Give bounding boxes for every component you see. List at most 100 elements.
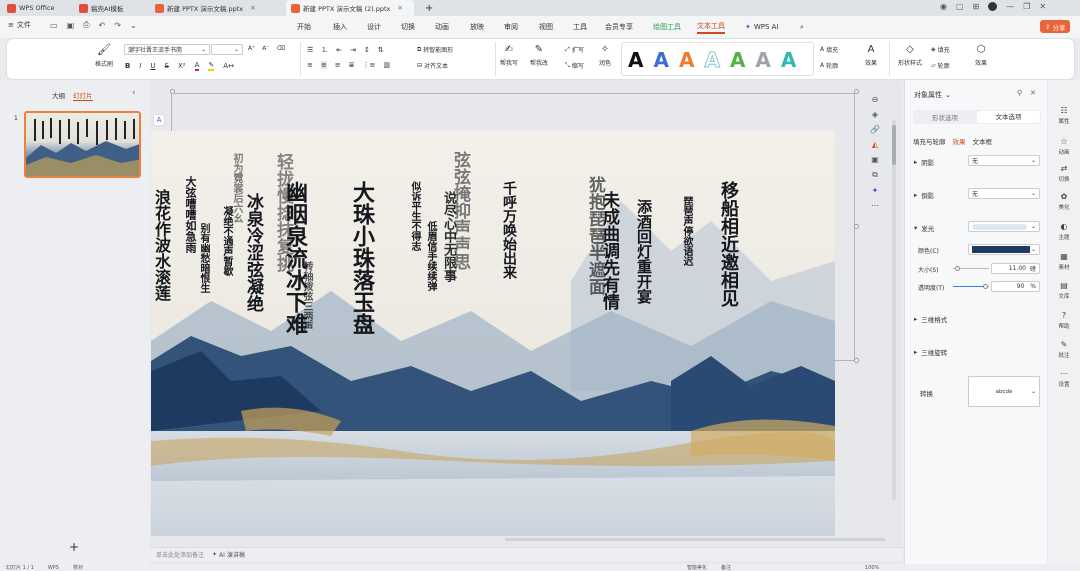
poem-column[interactable]: 冰泉冷涩弦凝绝 bbox=[243, 193, 263, 312]
slide-thumbnail[interactable] bbox=[24, 111, 141, 178]
columns-icon[interactable]: ▥ bbox=[383, 61, 390, 69]
distribute-icon[interactable]: ⋮≡ bbox=[363, 61, 376, 69]
align-left-icon[interactable]: ≡ bbox=[307, 61, 313, 69]
decrease-indent-icon[interactable]: ⇤ bbox=[336, 46, 342, 54]
text-direction-icon[interactable]: ⇅ bbox=[378, 46, 384, 54]
font-color-icon[interactable]: A bbox=[194, 61, 200, 71]
pin-icon[interactable]: ⚲ bbox=[1017, 89, 1022, 97]
reflection-section[interactable]: ▸ 倒影 bbox=[914, 190, 934, 200]
shape-outline-button[interactable]: ▱ 轮廓 bbox=[931, 61, 950, 70]
shadow-select[interactable]: 无 ⌄ bbox=[968, 155, 1040, 166]
folder-icon[interactable]: ▭ bbox=[50, 21, 58, 30]
sub-tab-textbox[interactable]: 文本框 bbox=[973, 136, 993, 146]
poem-column[interactable]: 弦弦掩抑声声思 bbox=[450, 151, 470, 270]
menu-member[interactable]: 会员专享 bbox=[605, 20, 633, 34]
poem-column[interactable]: 初为霓裳后六幺 bbox=[231, 153, 242, 223]
sync-icon[interactable]: ◉ bbox=[940, 2, 947, 11]
align-right-icon[interactable]: ≡ bbox=[335, 61, 341, 69]
restore-icon[interactable]: ❐ bbox=[1023, 2, 1030, 11]
bullet-list-icon[interactable]: ☰ bbox=[307, 46, 313, 54]
sidebar-item-help[interactable]: ? 帮助 bbox=[1048, 311, 1080, 330]
help-edit-button[interactable]: ✎ 帮我改 bbox=[525, 44, 553, 67]
avatar[interactable] bbox=[988, 2, 998, 11]
shorten-button[interactable]: ⤡ 缩写 bbox=[565, 61, 584, 71]
glow-section[interactable]: ▾ 发光 bbox=[914, 223, 934, 233]
theme-name[interactable]: WPS bbox=[48, 565, 59, 571]
close-icon[interactable]: ✕ bbox=[397, 4, 402, 12]
menu-view[interactable]: 视图 bbox=[539, 20, 553, 34]
clear-format-icon[interactable]: ⌫ bbox=[277, 45, 285, 52]
link-icon[interactable]: 🔗 bbox=[870, 125, 880, 134]
slider-knob[interactable] bbox=[954, 266, 960, 271]
save-icon[interactable]: ▣ bbox=[67, 21, 75, 30]
polish-button[interactable]: ✧ 润色 bbox=[593, 44, 617, 67]
wordart-style[interactable]: A bbox=[704, 48, 721, 73]
vertical-scrollbar[interactable] bbox=[892, 120, 896, 500]
scroll-thumb[interactable] bbox=[892, 125, 896, 165]
tab-outline[interactable]: 大纲 bbox=[52, 90, 65, 100]
wordart-style[interactable]: A bbox=[755, 48, 770, 72]
glow-size-slider[interactable] bbox=[953, 266, 989, 271]
undo-icon[interactable]: ↶ bbox=[99, 21, 106, 30]
slider-knob[interactable] bbox=[983, 284, 989, 289]
poem-column[interactable]: 别有幽愁暗恨生 bbox=[198, 223, 209, 293]
three-d-rotation-section[interactable]: ▸ 三维旋转 bbox=[914, 347, 947, 357]
sub-tab-effect[interactable]: 效果 bbox=[953, 136, 966, 146]
three-d-format-section[interactable]: ▸ 三维格式 bbox=[914, 314, 947, 324]
transparency-slider[interactable] bbox=[953, 284, 989, 289]
sidebar-item-transition[interactable]: ⇄ 切换 bbox=[1048, 164, 1080, 183]
align-text-button[interactable]: ⊟ 对齐文本 bbox=[417, 61, 448, 70]
minimize-icon[interactable]: — bbox=[1006, 2, 1014, 11]
redo-icon[interactable]: ↷ bbox=[114, 21, 121, 30]
shadow-section[interactable]: ▸ 阴影 bbox=[914, 157, 934, 167]
print-icon[interactable]: ⎙ bbox=[83, 20, 89, 30]
sidebar-item-beautify[interactable]: ✿ 美化 bbox=[1048, 192, 1080, 211]
tab-wps-office[interactable]: WPS Office bbox=[2, 0, 72, 16]
poem-column[interactable]: 移船相近邀相见 bbox=[718, 181, 739, 307]
reflection-select[interactable]: 无 ⌄ bbox=[968, 188, 1040, 199]
convert-smartart-button[interactable]: ⧉ 转智能图形 bbox=[417, 45, 453, 55]
line-spacing-icon[interactable]: ↕ bbox=[364, 46, 370, 54]
sidebar-item-material[interactable]: ▦ 素材 bbox=[1048, 252, 1080, 271]
format-painter-button[interactable]: 🖌 格式刷 bbox=[89, 43, 119, 68]
shape-effect-button[interactable]: ⬡ 效果 bbox=[969, 44, 993, 67]
tab-pptx-1[interactable]: 新建 PPTX 演示文稿.pptx ✕ bbox=[150, 0, 283, 16]
menu-tools[interactable]: 工具 bbox=[573, 20, 587, 34]
tab-text-options[interactable]: 文本选项 bbox=[977, 111, 1040, 123]
collapse-panel-icon[interactable]: ‹ bbox=[132, 88, 136, 98]
close-pane-icon[interactable]: ✕ bbox=[1030, 89, 1036, 97]
sidebar-item-properties[interactable]: ☷ 属性 bbox=[1048, 106, 1080, 125]
copy-icon[interactable]: ⧉ bbox=[872, 170, 878, 180]
notes-toggle[interactable]: 备注 bbox=[721, 564, 731, 571]
menu-start[interactable]: 开始 bbox=[297, 20, 311, 34]
glow-preset-select[interactable]: ⌄ bbox=[968, 221, 1040, 232]
poem-column[interactable]: 千呼万唤始出来 bbox=[501, 181, 517, 279]
poem-column[interactable]: 转轴拨弦三两声 bbox=[301, 261, 312, 331]
number-list-icon[interactable]: ⒈ bbox=[321, 45, 328, 55]
ai-notes-button[interactable]: ✦ AI 演讲稿 bbox=[212, 550, 245, 559]
wordart-style[interactable]: A bbox=[653, 48, 668, 72]
text-effect-button[interactable]: A 效果 bbox=[859, 44, 883, 67]
font-name-select[interactable]: 潮字社晋王流手书简 ⌄ bbox=[124, 44, 210, 55]
superscript-button[interactable]: X² bbox=[178, 62, 186, 70]
resize-handle-icon[interactable] bbox=[854, 89, 859, 94]
add-slide-button[interactable]: + bbox=[69, 540, 79, 554]
font-size-select[interactable]: ⌄ bbox=[211, 44, 243, 55]
underline-button[interactable]: U bbox=[150, 62, 155, 70]
expand-button[interactable]: ⤢ 扩写 bbox=[565, 45, 584, 55]
highlight-icon[interactable]: ✎ bbox=[208, 61, 215, 71]
poem-column[interactable]: 大弦嘈嘈如急雨 bbox=[184, 176, 197, 253]
resize-handle-icon[interactable] bbox=[854, 358, 859, 363]
menu-text-tools[interactable]: 文本工具 bbox=[697, 20, 725, 34]
more-icon[interactable]: ⋯ bbox=[871, 201, 879, 210]
minus-icon[interactable]: ⊖ bbox=[872, 95, 879, 104]
poem-column[interactable]: 低眉信手续续弹 bbox=[425, 221, 436, 291]
ai-assist-icon[interactable]: A bbox=[153, 114, 165, 126]
menu-drawing-tools[interactable]: 绘图工具 bbox=[653, 20, 681, 34]
menu-insert[interactable]: 插入 bbox=[333, 20, 347, 34]
sidebar-item-animation[interactable]: ☆ 动画 bbox=[1048, 137, 1080, 156]
zoom-level[interactable]: 100% bbox=[865, 565, 879, 571]
slide-canvas[interactable]: 浪花作波水滚莲 大弦嘈嘈如急雨 别有幽愁暗恨生 初为霓裳后六幺 冰泉冷涩弦凝绝 凝绝不通声… bbox=[151, 131, 835, 536]
menu-review[interactable]: 审阅 bbox=[504, 20, 518, 34]
tab-slides[interactable]: 幻灯片 bbox=[73, 90, 93, 101]
